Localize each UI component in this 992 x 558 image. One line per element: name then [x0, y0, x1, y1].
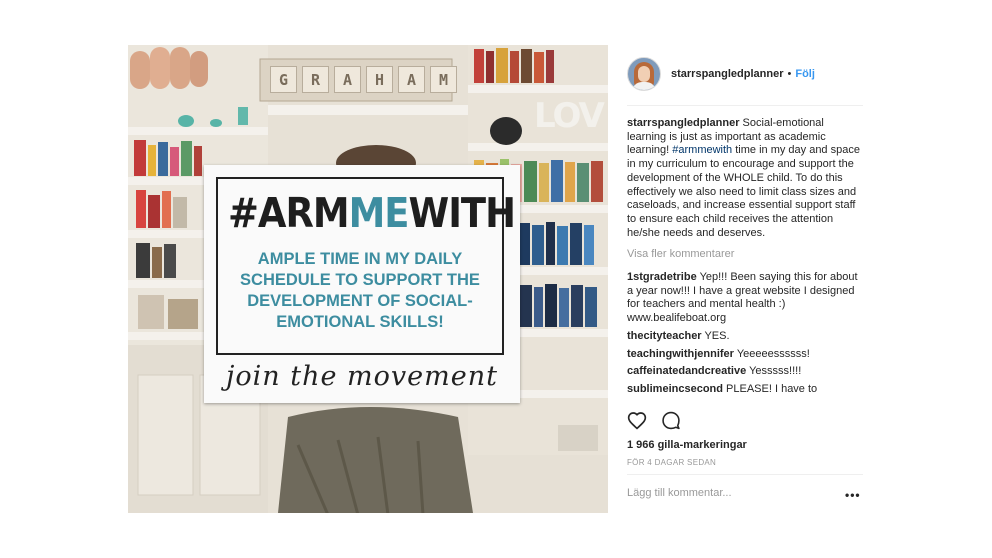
love-letters: LOV [534, 96, 605, 136]
letter-tile: H [366, 66, 393, 93]
comment-username[interactable]: sublimeincsecond [627, 383, 723, 395]
post-caption: starrspangledplanner Social-emotional le… [627, 117, 863, 240]
likes-count[interactable]: 1 966 gilla-markeringar [627, 439, 747, 451]
hand-fingers [130, 47, 208, 89]
divider [627, 474, 863, 475]
graham-letter-tiles: G R A H A M [270, 66, 457, 93]
sign-body-text: AMPLE TIME IN MY DAILY SCHEDULE TO SUPPO… [240, 250, 480, 331]
action-bar [627, 411, 681, 430]
letter-tile: R [302, 66, 329, 93]
caption-text-rest: time in my day and space in my curriculu… [627, 144, 860, 239]
caption-username[interactable]: starrspangledplanner [627, 117, 739, 129]
sign-footer-text: join the movement [226, 361, 498, 392]
comment-icon[interactable] [661, 411, 681, 430]
comment-item: sublimeincsecond PLEASE! I have to [627, 383, 863, 397]
comment-item: thecityteacher YES. [627, 330, 863, 344]
comment-item: 1stgradetribe Yep!!! Been saying this fo… [627, 271, 863, 326]
letter-tile: A [398, 66, 425, 93]
comment-username[interactable]: caffeinatedandcreative [627, 365, 746, 377]
post-photo[interactable]: G R A H A M LOV #ARMMEWITH AMPLE TIME IN… [128, 45, 608, 513]
comment-text: Yesssss!!!! [749, 365, 802, 378]
hashtag-accent: ME [348, 189, 410, 237]
post-timestamp[interactable]: FÖR 4 DAGAR SEDAN [627, 458, 716, 467]
add-comment-input[interactable] [627, 487, 817, 499]
comment-username[interactable]: 1stgradetribe [627, 271, 697, 283]
view-more-comments-link[interactable]: Visa fler kommentarer [627, 248, 863, 262]
avatar[interactable] [627, 57, 661, 91]
sign-hashtag: #ARMMEWITH [228, 189, 516, 237]
sign-frame: #ARMMEWITH AMPLE TIME IN MY DAILY SCHEDU… [216, 177, 516, 355]
comment-text: PLEASE! I have to [726, 382, 818, 395]
heart-icon[interactable] [627, 411, 647, 430]
hashtag-prefix: #ARM [228, 189, 350, 237]
separator-dot: • [787, 68, 792, 80]
follow-button[interactable]: Följ [795, 68, 815, 80]
more-options-icon[interactable]: ••• [845, 488, 861, 502]
comment-item: teachingwithjennifer Yeeeeessssss! [627, 348, 863, 362]
comments-section[interactable]: starrspangledplanner Social-emotional le… [627, 105, 863, 403]
letter-tile: M [430, 66, 457, 93]
comment-text: Yeeeeessssss! [736, 347, 810, 360]
letter-tile: A [334, 66, 361, 93]
comment-item: caffeinatedandcreative Yesssss!!!! [627, 365, 863, 379]
hashtag-suffix: WITH [408, 189, 516, 237]
caption-hashtag[interactable]: #armmewith [672, 144, 732, 156]
username-link[interactable]: starrspangledplanner [671, 68, 783, 80]
comment-username[interactable]: thecityteacher [627, 330, 702, 342]
letter-tile: G [270, 66, 297, 93]
comment-username[interactable]: teachingwithjennifer [627, 348, 734, 360]
sign-board: #ARMMEWITH AMPLE TIME IN MY DAILY SCHEDU… [204, 165, 520, 403]
post-header: starrspangledplanner • Följ [627, 57, 815, 91]
comment-text: YES. [704, 329, 730, 342]
